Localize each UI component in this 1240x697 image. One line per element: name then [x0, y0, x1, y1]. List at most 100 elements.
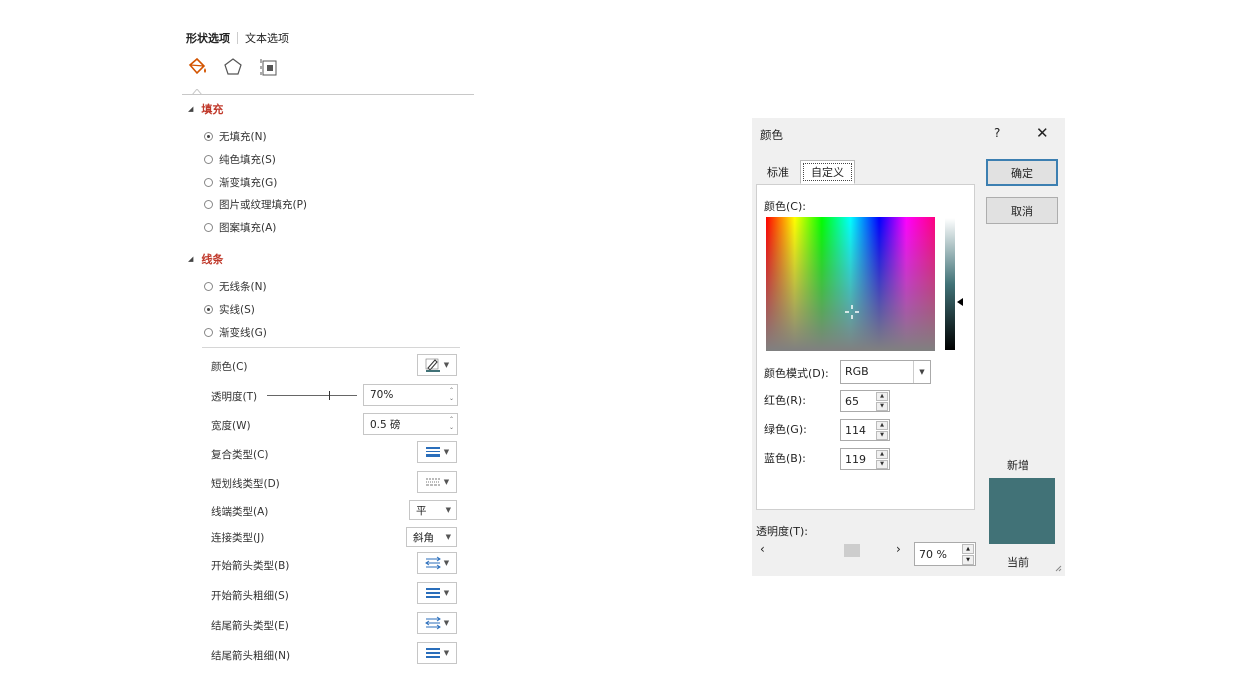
transparency-slider[interactable]: [267, 391, 357, 400]
radio-dot[interactable]: [204, 155, 213, 164]
close-icon[interactable]: ✕: [1036, 124, 1049, 142]
ok-button[interactable]: 确定: [986, 159, 1058, 186]
fill-line-icon[interactable]: [186, 56, 208, 78]
spin-up-icon[interactable]: ▲: [876, 392, 888, 401]
color-mode-select[interactable]: RGB ▼: [840, 360, 931, 384]
help-button[interactable]: ?: [994, 126, 1000, 140]
dash-type-button[interactable]: ▼: [417, 471, 457, 493]
width-spinner[interactable]: 0.5 磅 ⌃ ⌄: [363, 413, 458, 435]
arrow-type-icon: [424, 616, 441, 630]
join-type-select[interactable]: 斜角 ▼: [406, 527, 457, 547]
radio-dot[interactable]: [204, 200, 213, 209]
transparency-value[interactable]: 70%: [370, 389, 393, 401]
blue-spinner[interactable]: 119 ▲ ▼: [840, 448, 890, 470]
tab-shape-options[interactable]: 形状选项: [186, 30, 230, 46]
radio-label: 渐变填充(G): [219, 177, 278, 189]
green-spinner[interactable]: 114 ▲ ▼: [840, 419, 890, 441]
blue-label: 蓝色(B):: [764, 452, 806, 465]
arrow-size-icon: [425, 648, 440, 658]
spin-down-icon[interactable]: ⌄: [449, 395, 454, 403]
tab-standard[interactable]: 标准: [756, 160, 800, 184]
radio-gradient-fill[interactable]: 渐变填充(G): [204, 175, 277, 190]
color-dialog: 颜色 ? ✕ 标准 自定义 颜色(C): 颜色模式(D): RGB ▼ 红色(R…: [752, 118, 1065, 576]
spin-arrows[interactable]: ▲ ▼: [876, 450, 888, 469]
radio-gradient-line[interactable]: 渐变线(G): [204, 325, 267, 340]
radio-no-fill[interactable]: 无填充(N): [204, 129, 267, 144]
spin-down-icon[interactable]: ▼: [962, 555, 974, 565]
radio-label: 图案填充(A): [219, 222, 277, 234]
green-value[interactable]: 114: [845, 424, 866, 437]
chevron-down-icon[interactable]: ▼: [913, 361, 930, 383]
size-properties-icon[interactable]: [258, 56, 280, 78]
luminance-slider[interactable]: [945, 218, 955, 350]
radio-dot[interactable]: [204, 223, 213, 232]
radio-dot[interactable]: [204, 328, 213, 337]
transparency-spinner[interactable]: 70% ⌃ ⌄: [363, 384, 458, 406]
radio-dot[interactable]: [204, 132, 213, 141]
color-mode-value: RGB: [845, 365, 869, 378]
radio-dot[interactable]: [204, 305, 213, 314]
line-color-button[interactable]: ▼: [417, 354, 457, 376]
begin-arrow-type-button[interactable]: ▼: [417, 552, 457, 574]
cap-type-select[interactable]: 平 ▼: [409, 500, 457, 520]
radio-solid-line[interactable]: 实线(S): [204, 302, 255, 317]
spin-up-icon[interactable]: ▲: [876, 450, 888, 459]
red-spinner[interactable]: 65 ▲ ▼: [840, 390, 890, 412]
spin-arrows[interactable]: ▲ ▼: [962, 544, 974, 565]
resize-grip-icon[interactable]: [1054, 564, 1062, 572]
spin-down-icon[interactable]: ⌄: [449, 424, 454, 432]
spin-up-icon[interactable]: ▲: [876, 421, 888, 430]
scroll-left-icon[interactable]: ‹: [760, 542, 765, 556]
radio-label: 无填充(N): [219, 131, 267, 143]
radio-pattern-fill[interactable]: 图案填充(A): [204, 220, 276, 235]
end-arrow-size-label: 结尾箭头粗细(N): [211, 650, 291, 662]
fill-section-header[interactable]: ◢ 填充: [188, 101, 223, 117]
end-arrow-size-button[interactable]: ▼: [417, 642, 457, 664]
width-value[interactable]: 0.5 磅: [370, 417, 401, 432]
radio-solid-fill[interactable]: 纯色填充(S): [204, 152, 276, 167]
end-arrow-type-button[interactable]: ▼: [417, 612, 457, 634]
color-spectrum[interactable]: [766, 217, 935, 351]
line-section-header[interactable]: ◢ 线条: [188, 251, 223, 267]
transparency-scrollbar[interactable]: ‹ ›: [756, 540, 908, 560]
radio-dot[interactable]: [204, 282, 213, 291]
tab-text-options[interactable]: 文本选项: [245, 30, 289, 46]
radio-dot[interactable]: [204, 178, 213, 187]
spin-arrows[interactable]: ▲ ▼: [876, 392, 888, 411]
spin-up-icon[interactable]: ▲: [962, 544, 974, 554]
format-shape-pane: 形状选项 文本选项 ◢ 填充 无填充(N) 纯色填充(S) 渐变填充(G) 图片…: [180, 20, 480, 690]
radio-label: 纯色填充(S): [219, 154, 276, 166]
slider-thumb[interactable]: [329, 391, 330, 400]
begin-arrow-type-label: 开始箭头类型(B): [211, 560, 290, 572]
red-label: 红色(R):: [764, 394, 806, 407]
scroll-right-icon[interactable]: ›: [896, 542, 901, 556]
begin-arrow-size-button[interactable]: ▼: [417, 582, 457, 604]
spin-arrows[interactable]: ⌃ ⌄: [449, 416, 454, 432]
tab-custom[interactable]: 自定义: [800, 160, 855, 184]
line-section-title: 线条: [201, 253, 224, 266]
luminance-pointer-icon[interactable]: [957, 298, 963, 306]
cancel-button[interactable]: 取消: [986, 197, 1058, 224]
spin-up-icon[interactable]: ⌃: [449, 416, 454, 424]
spin-down-icon[interactable]: ▼: [876, 431, 888, 440]
pane-divider: [182, 94, 474, 95]
blue-value[interactable]: 119: [845, 453, 866, 466]
effects-pentagon-icon[interactable]: [222, 56, 244, 78]
radio-no-line[interactable]: 无线条(N): [204, 279, 267, 294]
radio-label: 实线(S): [219, 304, 255, 316]
arrow-type-icon: [424, 556, 441, 570]
transparency-spinner[interactable]: 70 % ▲ ▼: [914, 542, 976, 566]
chevron-down-icon: ▼: [445, 506, 451, 514]
radio-picture-fill[interactable]: 图片或纹理填充(P): [204, 197, 307, 212]
spin-up-icon[interactable]: ⌃: [449, 387, 454, 395]
fill-section-title: 填充: [201, 103, 224, 116]
red-value[interactable]: 65: [845, 395, 859, 408]
spin-down-icon[interactable]: ▼: [876, 402, 888, 411]
colors-label: 颜色(C):: [764, 200, 806, 213]
scroll-thumb[interactable]: [844, 544, 861, 557]
spin-down-icon[interactable]: ▼: [876, 460, 888, 469]
spin-arrows[interactable]: ▲ ▼: [876, 421, 888, 440]
compound-type-button[interactable]: ▼: [417, 441, 457, 463]
spin-arrows[interactable]: ⌃ ⌄: [449, 387, 454, 403]
transparency-value[interactable]: 70 %: [919, 548, 947, 561]
